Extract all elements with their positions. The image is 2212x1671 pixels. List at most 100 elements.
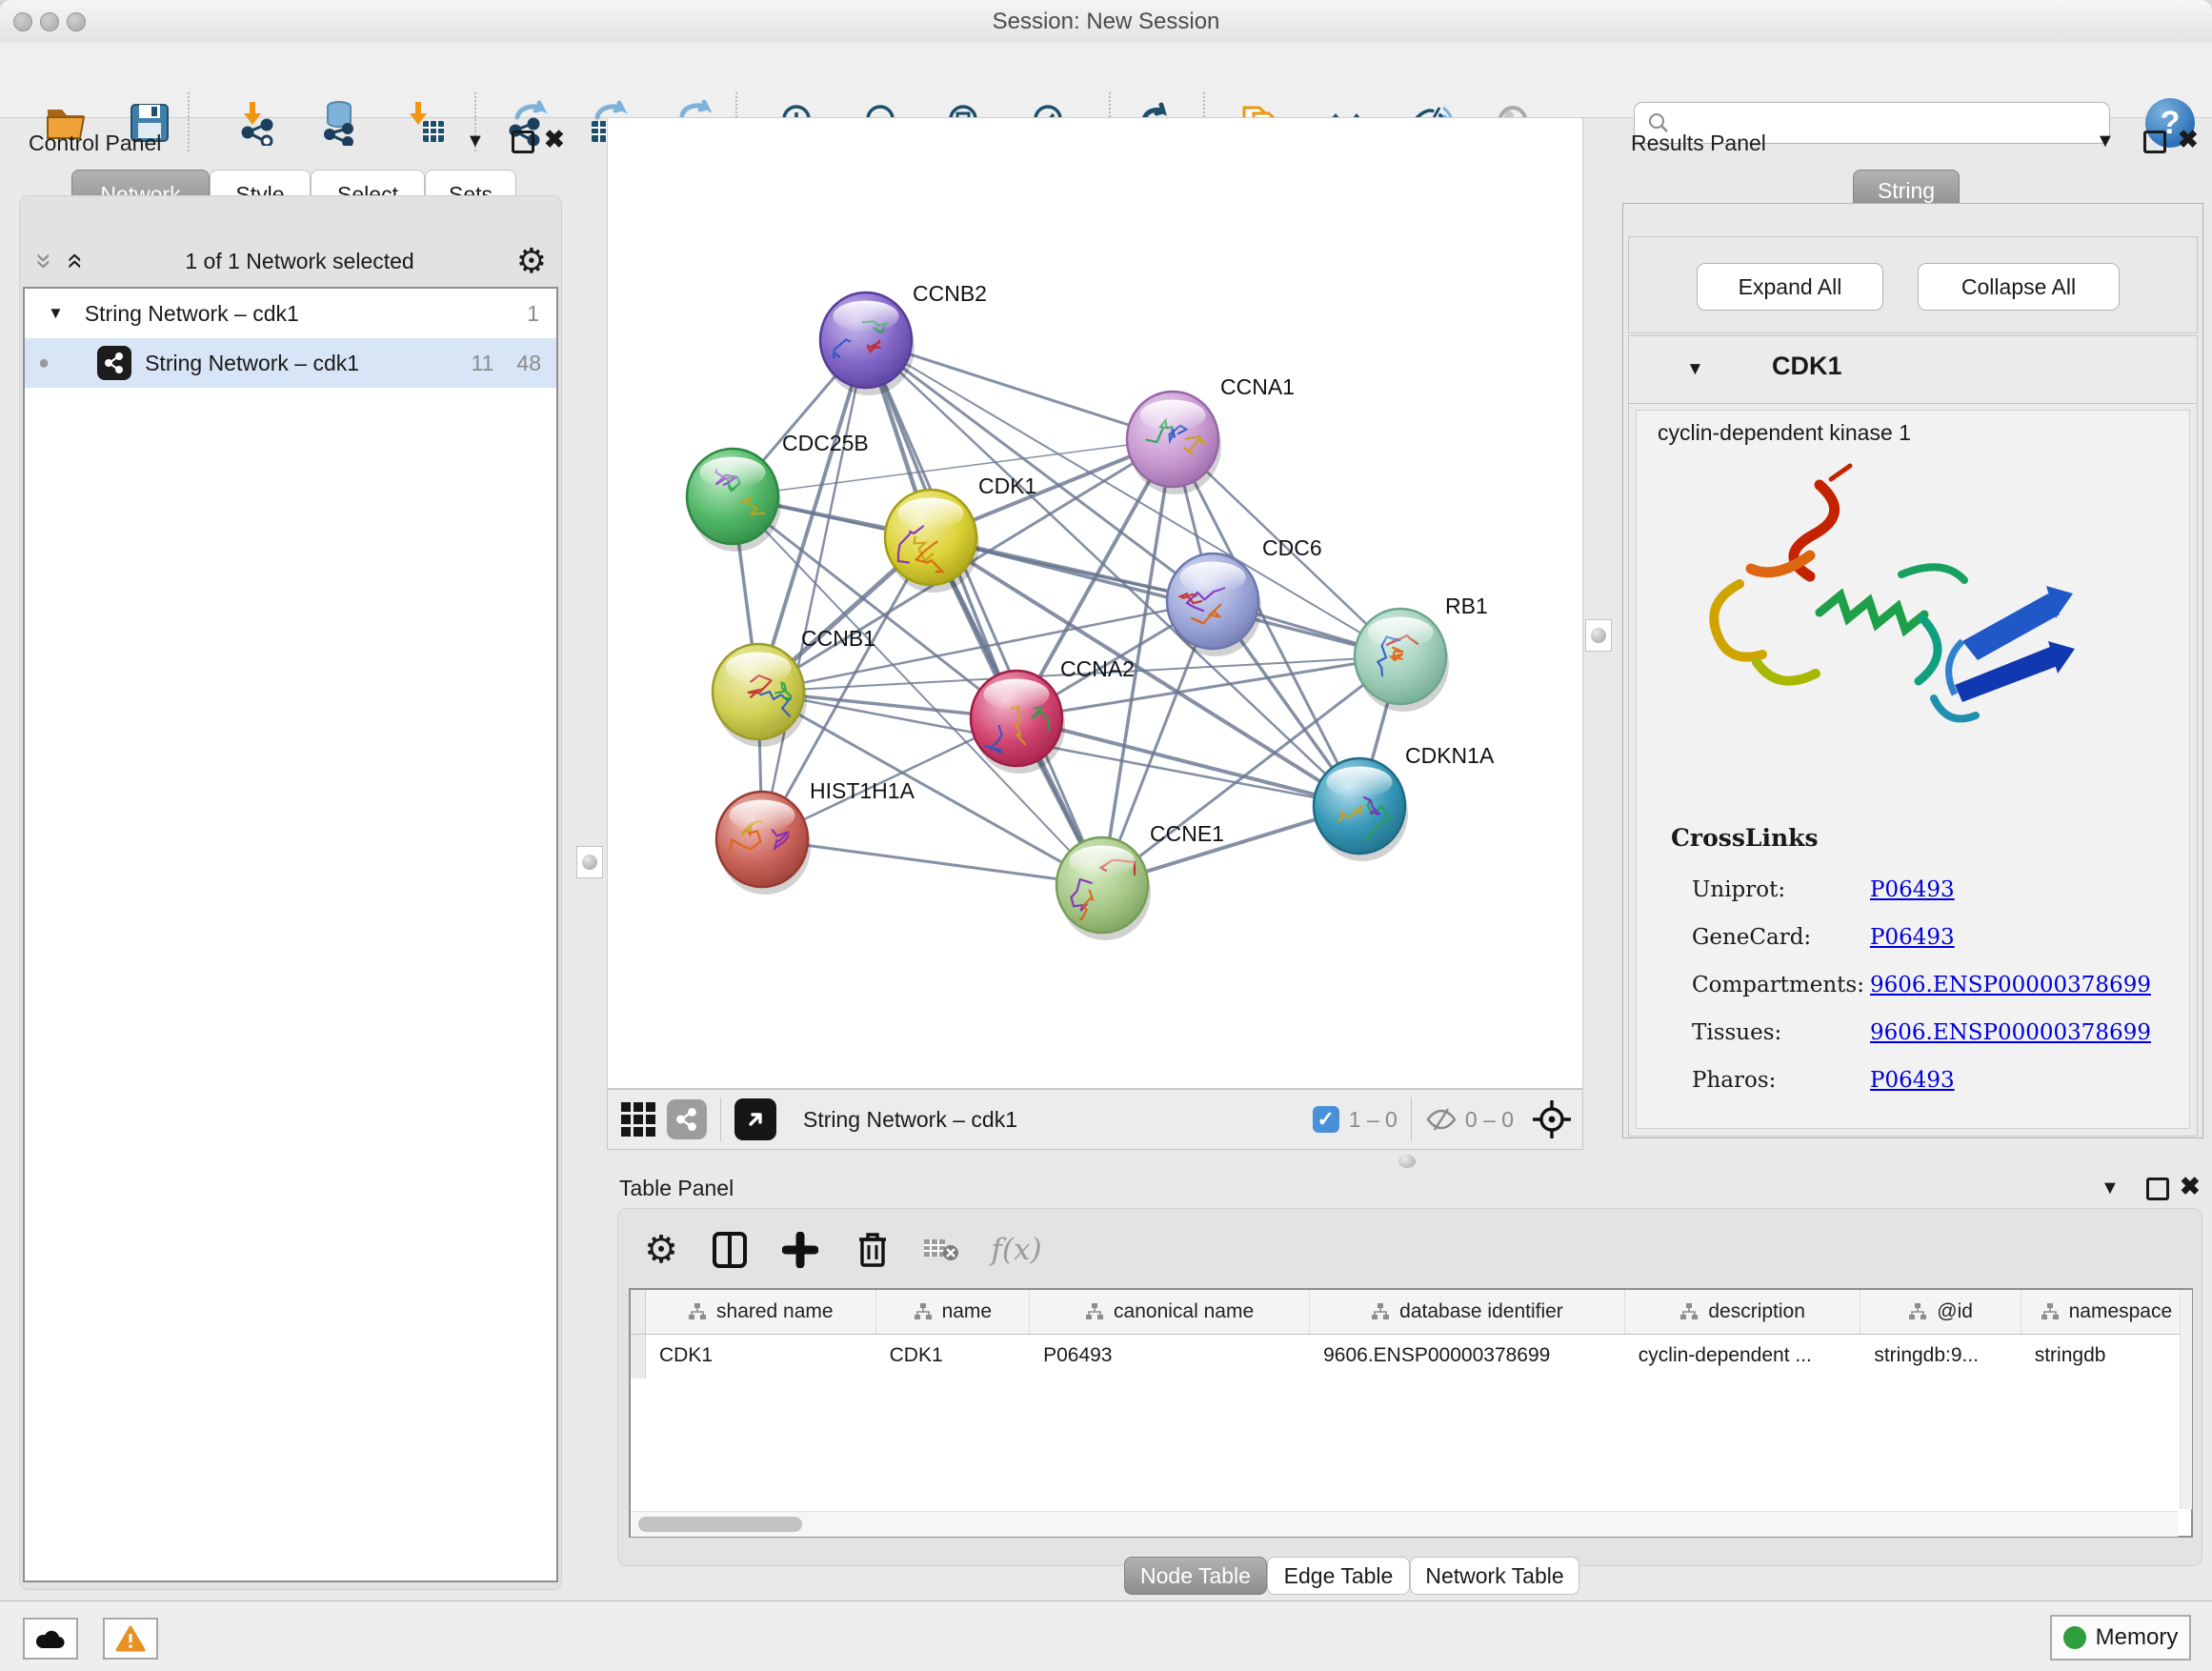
protein-expander-icon[interactable]: ▼ <box>1686 359 1704 380</box>
collapse-all-networks-icon[interactable]: » <box>30 253 58 270</box>
pharos-link[interactable]: P06493 <box>1870 1057 2151 1104</box>
cell-description[interactable]: cyclin-dependent ... <box>1625 1335 1861 1379</box>
cell-namespace[interactable]: stringdb <box>2021 1335 2191 1379</box>
table-horizontal-scrollbar[interactable] <box>631 1511 2178 1537</box>
protein-name: CDK1 <box>1772 352 1842 381</box>
show-columns-icon[interactable] <box>709 1223 751 1277</box>
grid-view-icon[interactable] <box>621 1102 655 1137</box>
expand-all-button[interactable]: Expand All <box>1697 263 1883 311</box>
collection-expander-icon[interactable]: ▼ <box>48 304 64 323</box>
network-share-icon[interactable] <box>667 1099 707 1139</box>
expand-all-networks-icon[interactable]: « <box>61 253 90 270</box>
network-canvas[interactable]: CCNB2CCNA1CDC25BCDK1CDC6RB1CCNB1CCNA2CDK… <box>607 117 1583 1089</box>
tab-node-table[interactable]: Node Table <box>1124 1557 1267 1595</box>
selected-checkbox-icon[interactable]: ✓ <box>1313 1106 1339 1133</box>
crosslink-label: Compartments: <box>1692 961 1864 1009</box>
column-header-shared-name[interactable]: shared name <box>646 1290 876 1334</box>
add-column-icon[interactable] <box>779 1223 821 1277</box>
genecard-link[interactable]: P06493 <box>1870 914 2151 961</box>
network-edge-CDK1-RB1[interactable] <box>931 537 1400 656</box>
column-header-id[interactable]: @id <box>1860 1290 2021 1334</box>
left-splitter-handle[interactable] <box>576 846 603 878</box>
tab-edge-table[interactable]: Edge Table <box>1267 1557 1410 1595</box>
network-graph[interactable]: CCNB2CCNA1CDC25BCDK1CDC6RB1CCNB1CCNA2CDK… <box>608 118 1582 1088</box>
network-node-CCNA2[interactable] <box>971 671 1065 774</box>
selected-counts: 1 – 0 <box>1349 1107 1398 1133</box>
warnings-button[interactable] <box>103 1618 158 1660</box>
memory-status-icon <box>2063 1626 2086 1649</box>
network-node-CCNE1[interactable] <box>1056 837 1151 940</box>
network-edge-count: 48 <box>516 351 541 376</box>
crosslink-label: Pharos: <box>1692 1057 1864 1104</box>
cell-name[interactable]: CDK1 <box>876 1335 1030 1379</box>
cell-canonical-name[interactable]: P06493 <box>1030 1335 1310 1379</box>
compartments-link[interactable]: 9606.ENSP00000378699 <box>1870 961 2151 1009</box>
cell-shared-name[interactable]: CDK1 <box>646 1335 876 1379</box>
panel-float-icon[interactable] <box>2143 131 2166 153</box>
network-node-CDC25B[interactable] <box>687 449 781 552</box>
node-label-RB1: RB1 <box>1445 594 1488 618</box>
node-label-CDK1: CDK1 <box>978 473 1036 498</box>
crosslink-label: Tissues: <box>1692 1009 1864 1057</box>
node-label-HIST1H1A: HIST1H1A <box>810 778 915 803</box>
network-node-CCNB2[interactable] <box>820 292 915 395</box>
function-builder-icon[interactable]: f(x) <box>983 1223 1050 1277</box>
network-row-selected[interactable]: ● String Network – cdk1 11 48 <box>25 338 556 388</box>
tab-network-table[interactable]: Network Table <box>1410 1557 1579 1595</box>
column-header-database-identifier[interactable]: database identifier <box>1310 1290 1625 1334</box>
network-edge-CCNB2-CCNE1[interactable] <box>866 340 1102 885</box>
control-panel: Control Panel ▼ ✖ Network Style Select S… <box>11 117 568 1601</box>
network-options-gear-icon[interactable]: ⚙ <box>516 244 547 278</box>
panel-close-icon[interactable]: ✖ <box>2178 125 2199 154</box>
column-type-icon <box>914 1302 933 1321</box>
uniprot-link[interactable]: P06493 <box>1870 866 2151 914</box>
table-vertical-scrollbar[interactable] <box>2180 1290 2192 1509</box>
column-header-name[interactable]: name <box>876 1290 1030 1334</box>
column-header-namespace[interactable]: namespace <box>2021 1290 2191 1334</box>
column-header-description[interactable]: description <box>1625 1290 1861 1334</box>
open-in-window-icon[interactable] <box>734 1098 776 1140</box>
warning-icon <box>115 1625 146 1652</box>
cloud-button[interactable] <box>23 1618 78 1660</box>
cell-id[interactable]: stringdb:9... <box>1860 1335 2021 1379</box>
panel-close-icon[interactable]: ✖ <box>544 125 565 154</box>
network-node-CDC6[interactable] <box>1167 554 1261 656</box>
network-node-CCNB1[interactable] <box>713 644 807 747</box>
table-row[interactable]: CDK1 CDK1 P06493 9606.ENSP00000378699 cy… <box>631 1335 2191 1379</box>
table-panel-title: Table Panel <box>619 1176 734 1201</box>
column-label: namespace <box>2069 1300 2173 1323</box>
cell-database-identifier[interactable]: 9606.ENSP00000378699 <box>1310 1335 1625 1379</box>
panel-float-icon[interactable] <box>512 131 534 153</box>
panel-menu-icon[interactable]: ▼ <box>466 131 485 152</box>
panel-menu-icon[interactable]: ▼ <box>2096 131 2115 152</box>
collapse-all-button[interactable]: Collapse All <box>1918 263 2120 311</box>
network-node-CDK1[interactable] <box>885 490 979 593</box>
panel-float-icon[interactable] <box>2146 1178 2169 1200</box>
network-node-RB1[interactable] <box>1355 609 1449 712</box>
tissues-link[interactable]: 9606.ENSP00000378699 <box>1870 1009 2151 1057</box>
row-gutter <box>631 1290 646 1334</box>
panel-menu-icon[interactable]: ▼ <box>2101 1178 2120 1199</box>
cloud-icon <box>34 1627 67 1650</box>
network-edge-HIST1H1A-CCNE1[interactable] <box>762 839 1102 885</box>
network-collection-row[interactable]: ▼ String Network – cdk1 1 <box>25 289 556 338</box>
network-node-CCNA1[interactable] <box>1127 392 1221 494</box>
scrollbar-thumb[interactable] <box>638 1517 802 1532</box>
panel-close-icon[interactable]: ✖ <box>2180 1172 2201 1201</box>
collection-name: String Network – cdk1 <box>85 301 299 327</box>
memory-button[interactable]: Memory <box>2050 1615 2191 1661</box>
network-selected-status: 1 of 1 Network selected <box>83 249 515 274</box>
delete-table-icon[interactable] <box>920 1223 962 1277</box>
network-node-HIST1H1A[interactable] <box>716 792 811 895</box>
right-splitter-handle[interactable] <box>1585 619 1612 652</box>
fit-selected-crosshair-icon[interactable] <box>1531 1098 1573 1140</box>
crosslink-label: Uniprot: <box>1692 866 1864 914</box>
column-type-icon <box>1371 1302 1390 1321</box>
network-current-dot-icon: ● <box>38 352 50 374</box>
column-header-canonical-name[interactable]: canonical name <box>1030 1290 1310 1334</box>
column-label: shared name <box>716 1300 834 1323</box>
delete-column-trash-icon[interactable] <box>852 1223 894 1277</box>
table-settings-gear-icon[interactable]: ⚙ <box>640 1223 682 1277</box>
network-node-CDKN1A[interactable] <box>1314 758 1408 861</box>
column-type-icon <box>1679 1302 1699 1321</box>
